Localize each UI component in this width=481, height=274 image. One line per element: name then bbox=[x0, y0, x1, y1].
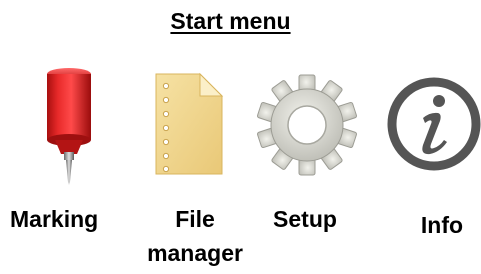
menu-item-label: Marking bbox=[10, 206, 99, 232]
menu-item-info[interactable]: Info bbox=[370, 66, 481, 246]
start-menu-screen: Start menu Marking File manager Setup In… bbox=[0, 0, 481, 274]
page-title: Start menu bbox=[170, 8, 291, 34]
menu-item-label-line1: File bbox=[175, 206, 215, 232]
menu-item-marking[interactable]: Marking bbox=[0, 66, 150, 246]
menu-item-file-manager[interactable]: File manager bbox=[140, 66, 250, 274]
file-document-icon bbox=[150, 72, 230, 176]
menu-item-label: File manager bbox=[140, 202, 250, 270]
marking-pen-icon bbox=[33, 66, 103, 186]
menu-item-label: Setup bbox=[273, 206, 337, 232]
info-icon bbox=[386, 76, 481, 172]
gear-icon bbox=[256, 74, 358, 176]
menu-item-setup[interactable]: Setup bbox=[250, 66, 370, 246]
menu-item-label-line2: manager bbox=[147, 240, 243, 266]
menu-item-label: Info bbox=[420, 212, 464, 238]
